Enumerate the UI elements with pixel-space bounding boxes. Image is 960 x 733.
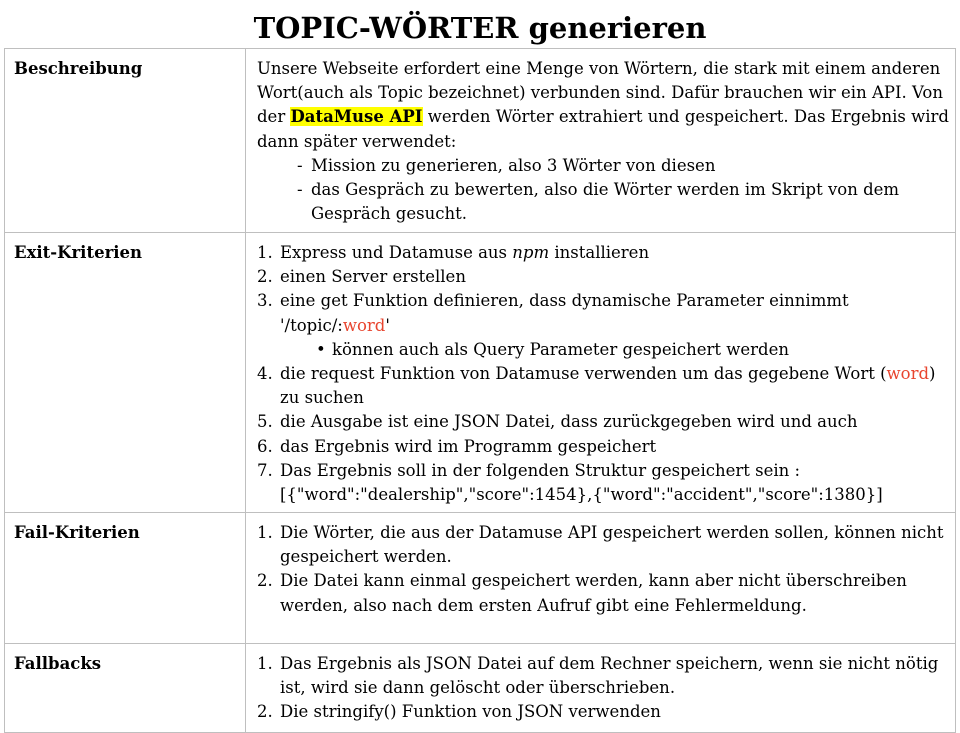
numbered-list: 1. Das Ergebnis als JSON Datei auf dem Re… [257,652,949,725]
description-bullet-list: - Mission zu generieren, also 3 Wörter vo… [257,154,949,227]
npm-term: npm [512,243,550,262]
list-item: 5. die Ausgabe ist eine JSON Datei, dass … [257,410,949,434]
table-row-fail-kriterien: Fail-Kriterien 1. Die Wörter, die aus der… [4,512,956,644]
route-prefix: '/topic/: [280,315,343,335]
list-item-text: das Ergebnis wird im Programm gespeicher… [280,436,657,456]
list-number: 4. [257,364,273,384]
row-content: 1. Das Ergebnis als JSON Datei auf dem Re… [245,643,956,733]
page-title: TOPIC-WÖRTER generieren [253,11,707,45]
list-item-text: Express und Datamuse aus [280,243,513,262]
row-label: Exit-Kriterien [4,232,246,513]
list-item: 2. Die stringify() Funktion von JSON verw… [257,700,949,724]
sub-bullet-list: • können auch als Query Parameter gespeic… [280,338,949,362]
list-number: 2. [257,702,273,722]
row-content: 1. Die Wörter, die aus der Datamuse API g… [245,512,956,644]
row-content: Unsere Webseite erfordert eine Menge von… [245,48,956,233]
row-label: Fallbacks [4,643,246,733]
description-paragraph: Unsere Webseite erfordert eine Menge von… [257,57,949,154]
list-item: 1. Express und Datamuse aus npm installie… [257,241,949,265]
dash-marker: - [297,155,303,175]
list-number: 6. [257,436,273,456]
list-item-text: Die Datei kann einmal gespeichert werden… [280,571,907,615]
list-item: - Mission zu generieren, also 3 Wörter vo… [297,154,949,178]
table-row-fallbacks: Fallbacks 1. Das Ergebnis als JSON Datei … [4,643,956,733]
table-row-exit-kriterien: Exit-Kriterien 1. Express und Datamuse au… [4,232,956,513]
list-number: 1. [257,523,273,542]
numbered-list: 1. Die Wörter, die aus der Datamuse API g… [257,521,949,618]
list-item-text: Das Ergebnis soll in der folgenden Struk… [280,460,883,505]
list-item-text: das Gespräch zu bewerten, also die Wörte… [311,180,900,224]
list-number: 5. [257,412,273,432]
list-item: 1. Das Ergebnis als JSON Datei auf dem Re… [257,652,949,700]
list-item-text: die Ausgabe ist eine JSON Datei, dass zu… [280,412,858,432]
list-item-text: installieren [549,243,650,262]
list-item: 3. eine get Funktion definieren, dass dyn… [257,289,949,362]
list-item-text: einen Server erstellen [280,267,466,287]
list-item-text: Das Ergebnis als JSON Datei auf dem Rech… [280,654,939,698]
param-word: word [886,364,930,384]
route-suffix: ' [385,315,390,335]
list-item: 2. Die Datei kann einmal gespeichert werd… [257,569,949,617]
list-number: 2. [257,267,273,287]
row-label: Fail-Kriterien [4,512,246,644]
table-row-beschreibung: Beschreibung Unsere Webseite erfordert e… [4,48,956,233]
list-item: • können auch als Query Parameter gespeic… [316,338,949,362]
list-item: 1. Die Wörter, die aus der Datamuse API g… [257,521,949,569]
list-item: 7. Das Ergebnis soll in der folgenden Str… [257,459,949,507]
list-item-text: Die stringify() Funktion von JSON verwen… [280,702,661,722]
list-item-text: eine get Funktion definieren, dass dynam… [280,291,849,311]
bullet-marker: • [316,339,326,359]
document-page: TOPIC-WÖRTER generieren Beschreibung Uns… [0,0,960,733]
list-number: 1. [257,654,273,673]
list-number: 1. [257,243,273,262]
list-item-text: Mission zu generieren, also 3 Wörter von… [311,155,716,175]
list-item: 2. einen Server erstellen [257,265,949,289]
list-item: - das Gespräch zu bewerten, also die Wört… [297,178,949,226]
list-item-text: Die Wörter, die aus der Datamuse API ges… [280,523,944,567]
dash-marker: - [297,180,303,200]
list-number: 2. [257,571,273,591]
requirements-table: Beschreibung Unsere Webseite erfordert e… [4,48,956,733]
row-content: 1. Express und Datamuse aus npm installie… [245,232,956,513]
row-label: Beschreibung [4,48,246,233]
route-param-word: word [342,315,386,335]
list-number: 3. [257,291,273,311]
list-number: 7. [257,460,273,480]
list-item: 4. die request Funktion von Datamuse verw… [257,362,949,410]
list-item-text: können auch als Query Parameter gespeich… [332,339,789,359]
list-item-text: die request Funktion von Datamuse verwen… [280,364,887,384]
highlighted-api-name: DataMuse API [290,107,423,127]
numbered-list: 1. Express und Datamuse aus npm installie… [257,241,949,507]
list-item: 6. das Ergebnis wird im Programm gespeich… [257,435,949,459]
